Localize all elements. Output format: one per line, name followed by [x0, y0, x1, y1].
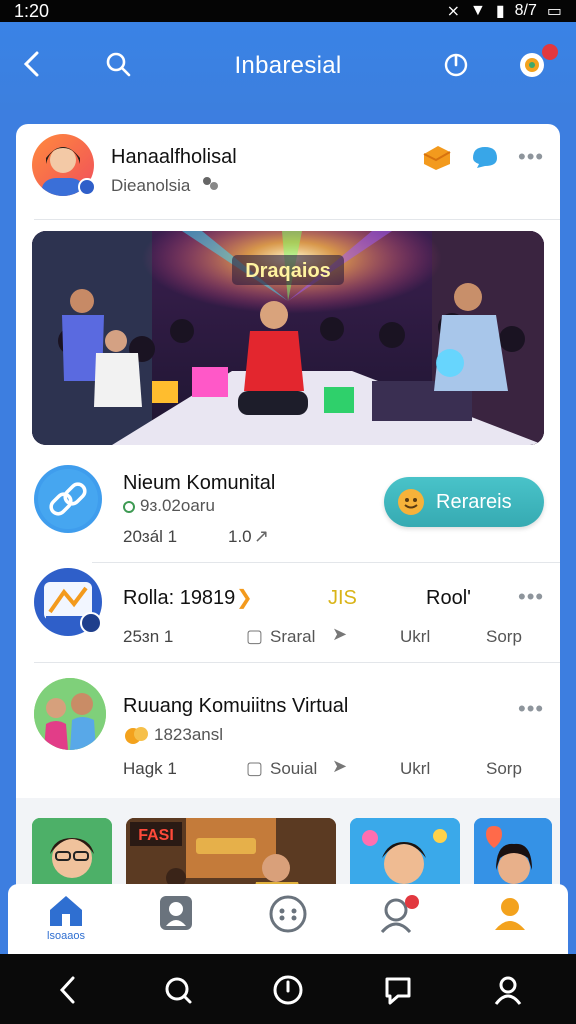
user-icon	[494, 976, 522, 1005]
comment-icon[interactable]: ▢	[246, 758, 263, 779]
notification-badge	[542, 44, 558, 60]
back-icon	[59, 976, 75, 1004]
row-title: Rolla: 19819	[123, 587, 236, 609]
online-icon	[123, 501, 135, 513]
comment-icon[interactable]: ▢	[246, 626, 263, 647]
bottom-nav: lsoaaos	[8, 884, 568, 954]
status-right-text: 8/7	[514, 2, 537, 19]
row-subtitle: 1823ansl	[154, 725, 224, 744]
chat-icon[interactable]	[470, 144, 500, 170]
post-more-icon[interactable]: •••	[518, 144, 544, 170]
row-more-icon[interactable]: •••	[518, 584, 544, 610]
status-bar: 1:20 ⨯ ▼ ▮ 8/7 ▭	[0, 0, 576, 22]
verified-icon	[78, 178, 96, 196]
row-meta-3[interactable]: Ukrl	[400, 627, 430, 647]
emoji-icon	[123, 724, 149, 746]
fire-icon: ❯	[236, 587, 253, 609]
nav-account[interactable]	[470, 894, 550, 950]
join-button-label: Rerareis	[436, 490, 512, 513]
link-icon	[38, 469, 98, 529]
nav-chat[interactable]	[248, 894, 328, 950]
mute-icon: ⨯	[446, 3, 460, 20]
row-title: Ruuang Komuiitns Virtual	[123, 695, 349, 717]
account-icon	[495, 898, 525, 930]
profile-icon	[160, 896, 192, 930]
share-icon[interactable]: ➤	[332, 624, 347, 645]
group-photo	[34, 678, 106, 750]
nav-notifications[interactable]	[360, 894, 440, 950]
notifications-button[interactable]	[508, 42, 558, 86]
row-meta-2[interactable]: Souial	[270, 759, 317, 779]
status-icons: ⨯ ▼ ▮ 8/7 ▭	[447, 1, 562, 21]
home-icon	[50, 896, 82, 926]
share-icon[interactable]: ↗	[254, 526, 269, 547]
system-recents-button[interactable]	[376, 970, 420, 1010]
battery-level-icon: ▭	[546, 3, 562, 20]
post-hero-image[interactable]: Draqaios	[32, 231, 544, 445]
row-meta-right: 1.0	[228, 527, 252, 546]
battery-icon: ▮	[495, 3, 505, 20]
gift-icon[interactable]	[420, 142, 454, 172]
emoji-icon	[398, 489, 424, 515]
user-notification-icon	[380, 895, 419, 934]
row-meta-1: Hagk 1	[123, 759, 177, 778]
row-meta-2[interactable]: Sraral	[270, 627, 315, 647]
divider	[34, 662, 560, 663]
lock-icon	[80, 612, 102, 634]
post-author[interactable]: Hanaalfholisal	[111, 146, 237, 169]
thumb-sign-text: FASI	[138, 827, 174, 844]
divider	[34, 219, 560, 220]
join-button[interactable]: Rerareis	[384, 477, 544, 527]
row-title: Nieum Komunital	[123, 472, 276, 494]
status-time: 1:20	[14, 0, 50, 21]
community-avatar[interactable]	[34, 678, 106, 750]
power-icon	[444, 53, 468, 77]
power-icon	[273, 975, 303, 1005]
community-avatar[interactable]	[34, 465, 102, 533]
system-profile-button[interactable]	[486, 970, 530, 1010]
row-right-label: Rool'	[426, 587, 471, 609]
system-home-button[interactable]	[266, 970, 310, 1010]
nav-profile[interactable]	[136, 894, 216, 950]
row-meta-1: 25ɜn 1	[123, 627, 174, 646]
row-subtitle: 9ɜ.02oaru	[140, 496, 215, 515]
row-meta-4[interactable]: Sorp	[486, 627, 522, 647]
post-header: Hanaalfholisal Dieanolsia •••	[16, 124, 560, 220]
share-icon[interactable]: ➤	[332, 756, 347, 777]
app-title: Inbaresial	[234, 52, 342, 79]
feed-card: Hanaalfholisal Dieanolsia ••• Draqaios N…	[16, 124, 560, 904]
row-meta-3[interactable]: Ukrl	[400, 759, 430, 779]
system-nav-bar	[0, 954, 576, 1024]
system-search-button[interactable]	[156, 970, 200, 1010]
divider	[92, 562, 560, 563]
row-meta-left: 20ɜál 1	[123, 527, 178, 546]
row-mid-tag: JIS	[328, 587, 357, 609]
bookmark-icon	[385, 977, 411, 1005]
app-bar: Inbaresial	[0, 22, 576, 110]
power-button[interactable]	[434, 42, 478, 86]
row-more-icon[interactable]: •••	[518, 696, 544, 722]
nav-home[interactable]: lsoaaos	[26, 894, 106, 950]
system-back-button[interactable]	[46, 970, 90, 1010]
nav-home-label: lsoaaos	[47, 930, 85, 942]
search-icon	[165, 977, 192, 1004]
wifi-icon: ▼	[469, 2, 486, 19]
post-subtitle: Dieanolsia	[111, 176, 191, 195]
hero-sign-text: Draqaios	[245, 260, 331, 282]
chat-bubble-icon	[269, 895, 307, 933]
group-icon	[200, 174, 220, 194]
row-meta-4[interactable]: Sorp	[486, 759, 522, 779]
